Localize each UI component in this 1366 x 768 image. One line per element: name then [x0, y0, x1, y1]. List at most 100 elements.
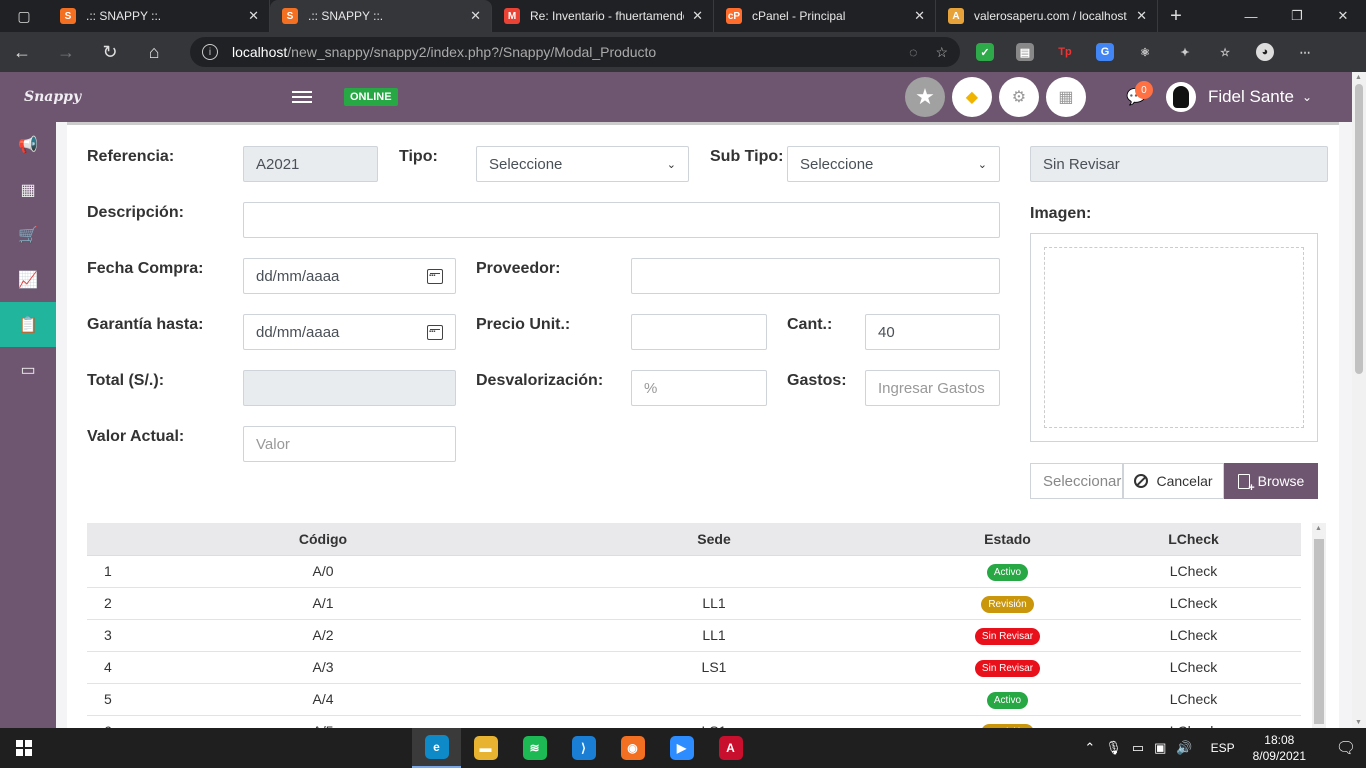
calendar-icon[interactable] [427, 268, 443, 284]
close-tab-icon[interactable]: ✕ [470, 8, 481, 24]
row-lcheck[interactable]: LCheck [1086, 555, 1301, 588]
tipo-select[interactable]: Seleccione ⌄ [476, 146, 689, 182]
page-scrollbar[interactable]: ▲ ▼ [1352, 72, 1366, 728]
ifv-icon[interactable]: ▦ [1045, 77, 1086, 117]
taskbar-app-edge[interactable]: e [412, 728, 461, 768]
volume-icon[interactable]: 🔊 [1176, 740, 1192, 756]
table-row[interactable]: 1 A/0 Activo LCheck [87, 555, 1301, 588]
image-preview[interactable] [1030, 233, 1318, 442]
back-icon[interactable]: ← [0, 32, 44, 72]
network-icon[interactable]: ▣ [1154, 740, 1166, 756]
sidebar-item-cart[interactable]: 🛒 [0, 212, 56, 257]
table-row[interactable]: 5 A/4 Activo LCheck [87, 683, 1301, 716]
calendar-icon[interactable] [427, 324, 443, 340]
row-lcheck[interactable]: LCheck [1086, 619, 1301, 652]
chevron-up-icon[interactable]: ⌃ [1084, 740, 1095, 756]
scroll-up-icon[interactable]: ▲ [1355, 74, 1362, 81]
header-codigo[interactable]: Código [147, 523, 499, 556]
home-icon[interactable]: ⌂ [132, 32, 176, 72]
table-row[interactable]: 4 A/3 LS1 Sin Revisar LCheck [87, 651, 1301, 684]
extensions-icon[interactable]: ✦ [1176, 43, 1194, 61]
taskbar-app-firefox[interactable]: ◉ [608, 728, 657, 768]
table-row[interactable]: 6A/5LS1RevisiónLCheck [87, 715, 1301, 728]
row-lcheck[interactable]: LCheck [1086, 683, 1301, 716]
scroll-thumb[interactable] [1314, 539, 1324, 724]
favorite-add-icon[interactable]: ☆ [935, 44, 948, 61]
tab-actions-icon[interactable]: ▢ [0, 0, 48, 32]
cancel-button[interactable]: Cancelar [1123, 463, 1224, 499]
browser-tab[interactable]: cP cPanel - Principal ✕ [714, 0, 936, 32]
fecha-compra-input[interactable]: dd/mm/aaaa [243, 258, 456, 294]
restore-icon[interactable]: ❐ [1274, 0, 1320, 32]
clock[interactable]: 18:08 8/09/2021 [1253, 732, 1306, 764]
header-estado[interactable]: Estado [929, 523, 1086, 556]
hamburger-menu-icon[interactable] [292, 88, 312, 106]
sidebar-item-messages[interactable]: ▭ [0, 347, 56, 392]
gastos-input[interactable]: Ingresar Gastos [865, 370, 1000, 406]
browser-tab[interactable]: M Re: Inventario - fhuertamendoz ✕ [492, 0, 714, 32]
desvalorizacion-input[interactable]: % [631, 370, 767, 406]
header-sede[interactable]: Sede [499, 523, 929, 556]
brand-logo[interactable]: Snappy [0, 89, 112, 105]
scroll-thumb[interactable] [1355, 84, 1363, 374]
tp-extension-icon[interactable]: Tp [1056, 43, 1074, 61]
reload-icon[interactable]: ↻ [88, 32, 132, 72]
referencia-field[interactable]: A2021 [243, 146, 378, 182]
messages-icon[interactable]: 💬 0 [1116, 81, 1156, 107]
garantia-input[interactable]: dd/mm/aaaa [243, 314, 456, 350]
user-menu[interactable]: Fidel Sante ⌄ [1165, 82, 1312, 112]
sidebar-item-announcements[interactable]: 📢 [0, 122, 56, 167]
row-lcheck[interactable]: LCheck [1086, 715, 1301, 728]
browser-tab[interactable]: S .:: SNAPPY ::. ✕ [270, 0, 492, 32]
sidebar-item-inventory[interactable]: 📋 [0, 302, 56, 347]
start-button[interactable] [0, 740, 48, 756]
cube-icon[interactable]: ◆ [951, 77, 992, 117]
battery-icon[interactable]: ▭ [1132, 740, 1144, 756]
microphone-icon[interactable]: 🎙 [1105, 740, 1122, 756]
header-number[interactable] [87, 523, 147, 556]
table-row[interactable]: 3 A/2 LL1 Sin Revisar LCheck [87, 619, 1301, 652]
file-name-input[interactable]: Seleccionar [1030, 463, 1123, 499]
close-window-icon[interactable]: ✕ [1320, 0, 1366, 32]
row-lcheck[interactable]: LCheck [1086, 651, 1301, 684]
proveedor-input[interactable] [631, 258, 1000, 294]
table-scrollbar[interactable]: ▲ [1312, 523, 1326, 728]
precio-input[interactable] [631, 314, 767, 350]
browse-button[interactable]: Browse [1224, 463, 1318, 499]
descripcion-input[interactable] [243, 202, 1000, 238]
close-tab-icon[interactable]: ✕ [692, 8, 703, 24]
taskbar-app-vscode[interactable]: ⟩ [559, 728, 608, 768]
taskbar-app-zoom[interactable]: ▶ [657, 728, 706, 768]
scroll-up-icon[interactable]: ▲ [1315, 525, 1322, 532]
cookie-icon[interactable]: ◌ [909, 44, 917, 61]
header-lcheck[interactable]: LCheck [1086, 523, 1301, 556]
browser-menu-icon[interactable]: ⋯ [1296, 43, 1314, 61]
table-row[interactable]: 2 A/1 LL1 Revisión LCheck [87, 587, 1301, 620]
star-icon[interactable]: ★ [904, 77, 945, 117]
taskbar-app-acrobat[interactable]: A [706, 728, 755, 768]
profile-avatar-icon[interactable]: ◕ [1256, 43, 1274, 61]
close-tab-icon[interactable]: ✕ [1136, 8, 1147, 24]
subtipo-select[interactable]: Seleccione ⌄ [787, 146, 1000, 182]
language-indicator[interactable]: ESP [1211, 741, 1235, 755]
browser-tab[interactable]: Avalerosaperu.com / localhost ✕ [936, 0, 1158, 32]
react-extension-icon[interactable]: ⚛ [1136, 43, 1154, 61]
forward-icon[interactable]: → [44, 32, 88, 72]
site-info-icon[interactable]: i [202, 44, 218, 60]
close-tab-icon[interactable]: ✕ [248, 8, 259, 24]
url-input[interactable]: i localhost /new_snappy/snappy2/index.ph… [190, 37, 960, 67]
browser-tab[interactable]: S .:: SNAPPY ::. ✕ [48, 0, 270, 32]
translate-extension-icon[interactable]: G [1096, 43, 1114, 61]
favorites-icon[interactable]: ☆ [1216, 43, 1234, 61]
minimize-icon[interactable]: — [1228, 0, 1274, 32]
taskbar-app-explorer[interactable]: ▬ [461, 728, 510, 768]
image-dropzone[interactable] [1044, 247, 1304, 428]
close-tab-icon[interactable]: ✕ [914, 8, 925, 24]
cant-input[interactable]: 40 [865, 314, 1000, 350]
row-lcheck[interactable]: LCheck [1086, 587, 1301, 620]
sidebar-item-calendar[interactable]: ▦ [0, 167, 56, 212]
scroll-down-icon[interactable]: ▼ [1355, 719, 1362, 726]
adblock-extension-icon[interactable]: ✓ [976, 43, 994, 61]
sidebar-item-charts[interactable]: 📈 [0, 257, 56, 302]
notifications-icon[interactable]: 🗨 [1326, 738, 1366, 758]
